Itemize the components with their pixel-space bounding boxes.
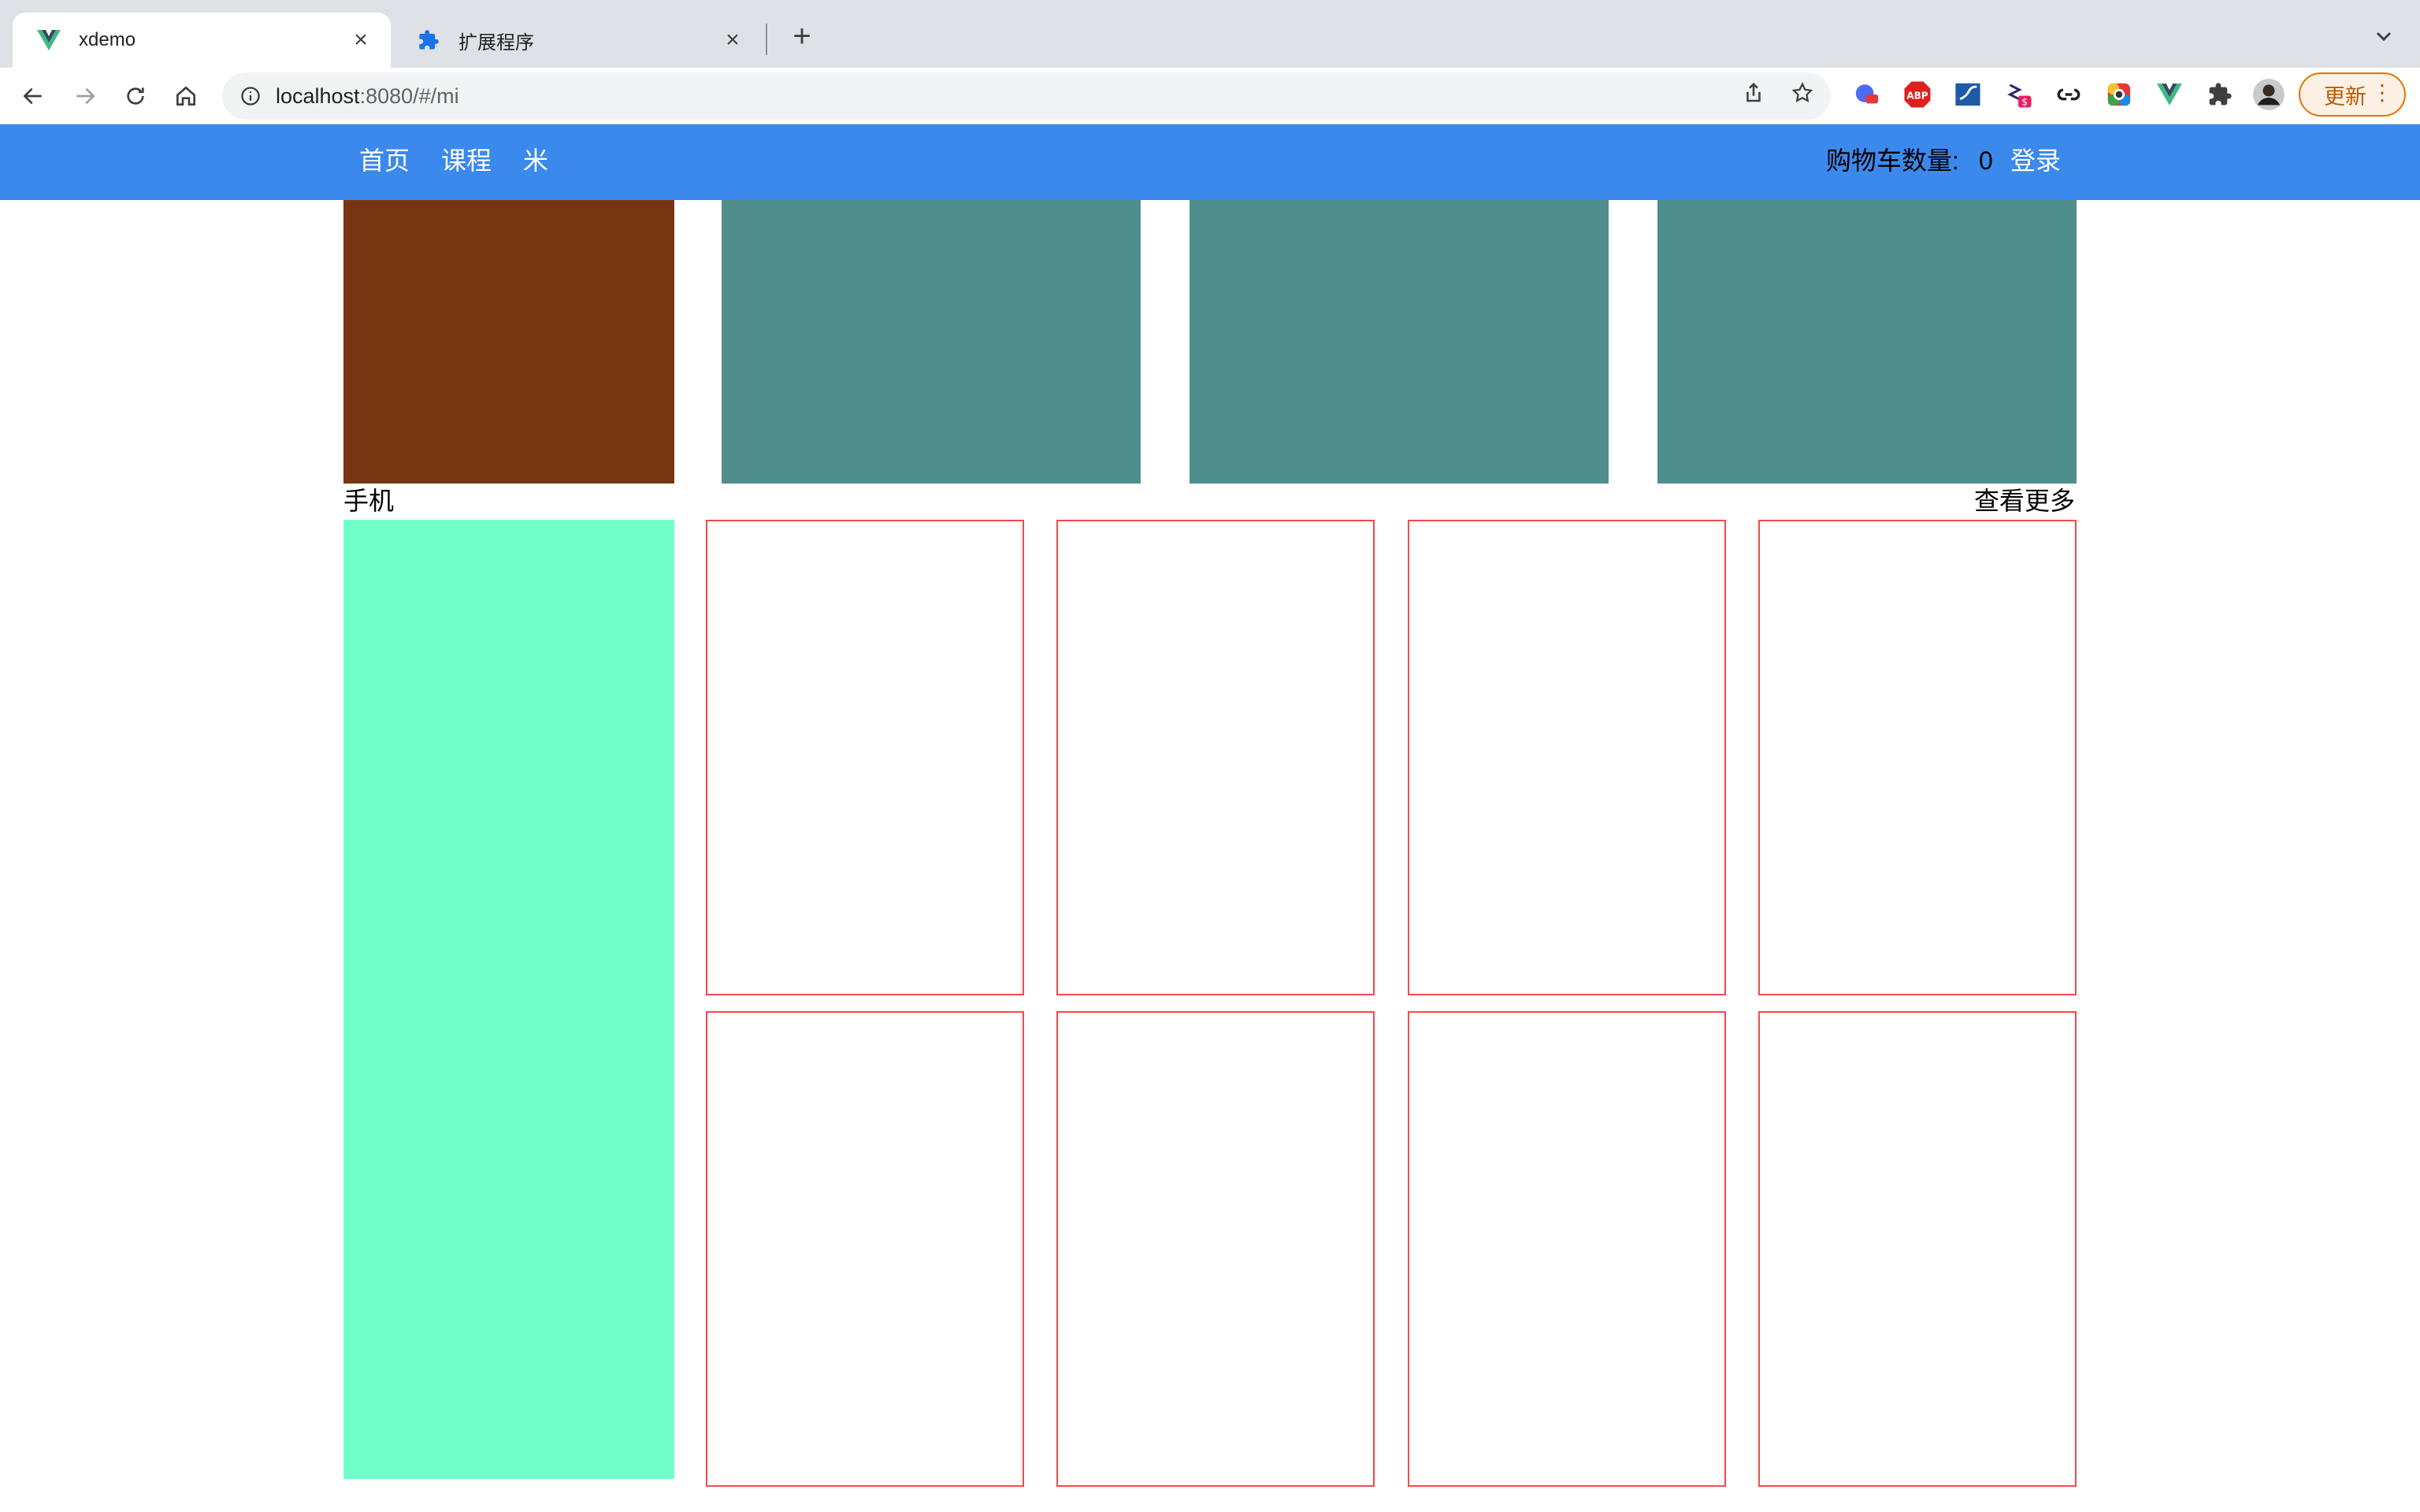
price-tracker-extension-icon[interactable]: $	[2002, 79, 2034, 110]
chevron-down-icon[interactable]	[2371, 24, 2396, 49]
tab-title: xdemo	[79, 29, 136, 50]
tab-title: 扩展程序	[458, 32, 534, 54]
info-icon[interactable]	[238, 83, 263, 109]
link-extension-icon[interactable]	[2053, 79, 2084, 110]
browser-tabstrip: xdemo × 扩展程序 × +	[0, 0, 2420, 68]
tab-separator	[766, 24, 767, 55]
nav-link-mi[interactable]: 米	[523, 145, 548, 176]
view-more-link[interactable]: 查看更多	[1974, 484, 2075, 518]
url-path: :8080/#/mi	[359, 83, 459, 108]
nav-link-home[interactable]: 首页	[359, 145, 410, 176]
product-card[interactable]	[1758, 520, 2077, 995]
bookmark-star-icon[interactable]	[1787, 77, 1818, 109]
puzzle-piece-icon	[416, 28, 441, 53]
product-card[interactable]	[1408, 1011, 1726, 1487]
banner-item[interactable]	[722, 200, 1141, 484]
vue-logo-icon	[36, 28, 61, 53]
close-tab-icon[interactable]: ×	[720, 27, 745, 53]
adblock-plus-icon[interactable]: ABP	[1902, 79, 1933, 110]
more-vert-icon[interactable]: ⋮	[2371, 82, 2393, 104]
cart-count-label: 购物车数量:	[1826, 146, 1959, 175]
tab-xdemo[interactable]: xdemo ×	[13, 13, 391, 68]
cart-count-value: 0	[1979, 146, 1993, 175]
svg-text:ABP: ABP	[1906, 90, 1928, 101]
svg-text:$: $	[2021, 97, 2028, 108]
close-tab-icon[interactable]: ×	[348, 27, 373, 53]
product-card[interactable]	[1056, 520, 1375, 995]
url-text: localhost:8080/#/mi	[276, 84, 1831, 109]
product-card[interactable]	[706, 520, 1024, 995]
category-promo-block[interactable]	[343, 520, 674, 1479]
translate-extension-icon[interactable]	[1851, 79, 1883, 110]
product-card[interactable]	[1056, 1011, 1375, 1487]
forward-arrow-icon[interactable]	[69, 80, 101, 112]
vue-devtools-icon[interactable]	[2154, 79, 2185, 110]
update-button[interactable]: 更新 ⋮	[2299, 72, 2406, 117]
app-navbar: 首页 课程 米 购物车数量: 0 登录	[0, 124, 2420, 200]
screenshot-extension-icon[interactable]	[1952, 79, 1984, 110]
banner-main[interactable]	[343, 200, 674, 484]
address-bar[interactable]: localhost:8080/#/mi	[222, 72, 1831, 120]
home-icon[interactable]	[170, 80, 202, 112]
product-card[interactable]	[1758, 1011, 2077, 1487]
color-picker-extension-icon[interactable]	[2103, 79, 2135, 110]
share-icon[interactable]	[1738, 77, 1769, 109]
back-arrow-icon[interactable]	[17, 80, 49, 112]
extensions-puzzle-icon[interactable]	[2204, 79, 2236, 110]
banner-item[interactable]	[1657, 200, 2077, 484]
tab-extensions[interactable]: 扩展程序 ×	[392, 13, 763, 68]
nav-link-courses[interactable]: 课程	[441, 145, 492, 176]
banner-item[interactable]	[1190, 200, 1609, 484]
new-tab-icon[interactable]: +	[786, 20, 818, 52]
product-card[interactable]	[706, 1011, 1024, 1487]
reload-icon[interactable]	[120, 80, 151, 112]
url-host: localhost	[276, 83, 360, 108]
section-title: 手机	[343, 487, 395, 515]
product-card[interactable]	[1408, 520, 1726, 995]
update-label: 更新	[2324, 84, 2366, 109]
login-link[interactable]: 登录	[2010, 145, 2061, 176]
profile-avatar[interactable]	[2253, 79, 2285, 110]
